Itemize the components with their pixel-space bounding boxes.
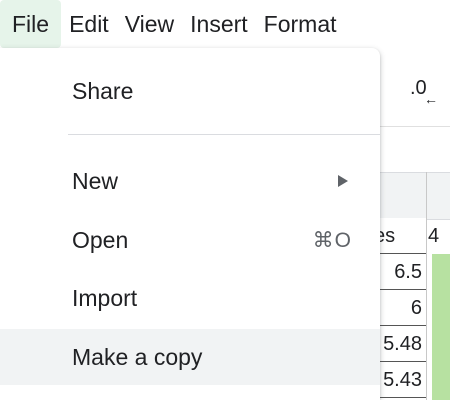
- menu-edit[interactable]: Edit: [61, 0, 117, 48]
- table-cell[interactable]: 6.5: [372, 254, 426, 290]
- menu-item-open[interactable]: Open ⌘O: [0, 216, 380, 264]
- column-header-cell[interactable]: es: [372, 218, 426, 254]
- menu-bar: File Edit View Insert Format: [0, 0, 450, 48]
- menu-item-new[interactable]: New: [0, 157, 380, 205]
- menu-item-label: Share: [72, 77, 134, 104]
- menu-item-label: New: [72, 167, 119, 194]
- column-divider: [426, 172, 427, 400]
- menu-item-make-a-copy[interactable]: Make a copy: [0, 329, 380, 385]
- spreadsheet-window: .0 ← es 4 6.5 6 5.48 5.43 File Edit View…: [0, 0, 450, 400]
- menu-item-label: Open: [72, 226, 129, 253]
- menu-item-label: Make a copy: [72, 343, 203, 370]
- menu-item-import[interactable]: Import: [0, 274, 380, 322]
- highlighted-column: [432, 254, 450, 400]
- next-column-header-cell[interactable]: 4: [428, 218, 450, 254]
- menu-format[interactable]: Format: [256, 0, 345, 48]
- submenu-arrow-icon: [338, 175, 348, 187]
- table-cell[interactable]: 5.48: [372, 326, 426, 362]
- menu-view[interactable]: View: [117, 0, 182, 48]
- table-cell[interactable]: 6: [372, 290, 426, 326]
- menu-item-label: Import: [72, 284, 138, 311]
- column-header-strip: [372, 172, 450, 220]
- table-cell[interactable]: 5.43: [372, 362, 426, 398]
- menu-insert[interactable]: Insert: [182, 0, 256, 48]
- decrease-decimal-arrow-icon: ←: [424, 91, 438, 107]
- keyboard-shortcut: ⌘O: [312, 228, 352, 252]
- menu-divider: [68, 134, 380, 135]
- file-menu-dropdown: Share New Open ⌘O Import Make a copy: [0, 48, 380, 400]
- menu-item-share[interactable]: Share: [0, 67, 380, 115]
- menu-file[interactable]: File: [0, 0, 62, 48]
